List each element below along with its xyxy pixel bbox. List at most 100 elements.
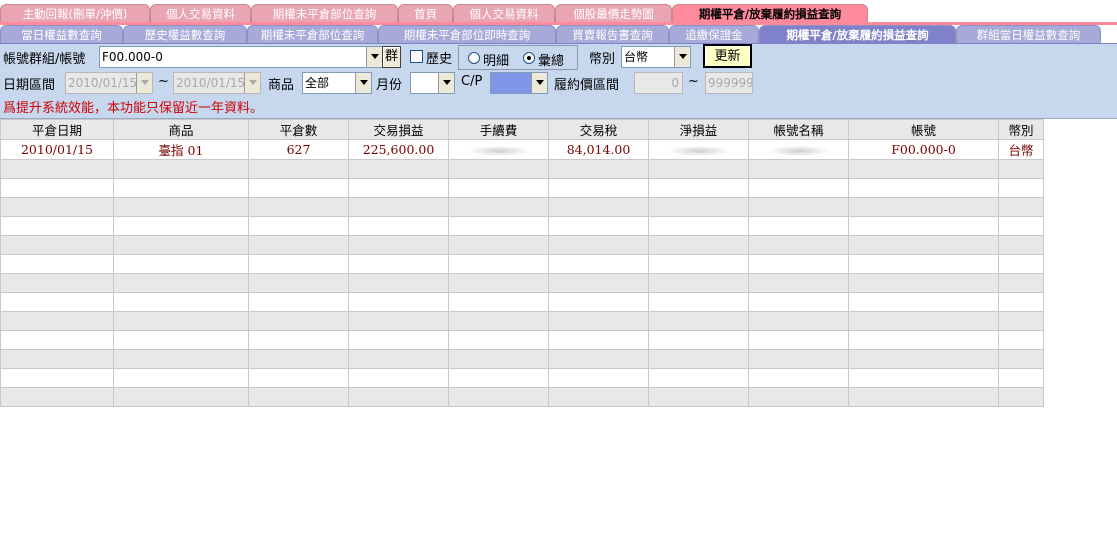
table-row[interactable] <box>0 178 1044 198</box>
table-row[interactable]: 2010/01/15 臺指 01 627 225,600.00 84,014.00 F00… <box>0 139 1044 160</box>
column-header[interactable]: 手續費 <box>448 119 549 140</box>
table-cell <box>0 178 114 198</box>
table-cell <box>248 349 349 369</box>
column-header[interactable]: 平倉數 <box>248 119 349 140</box>
table-cell <box>648 387 749 407</box>
strike-from-field[interactable]: 0 <box>634 72 683 94</box>
sub-tab-1[interactable]: 歷史權益數查詢 <box>123 25 247 44</box>
top-tab-5[interactable]: 個股最價走勢圖 <box>555 4 672 23</box>
table-cell <box>648 330 749 350</box>
date-to-field[interactable]: 2010/01/15 <box>173 72 261 94</box>
column-header[interactable]: 帳號名稱 <box>748 119 849 140</box>
table-cell <box>748 235 849 255</box>
chevron-down-icon[interactable] <box>366 47 382 67</box>
table-cell <box>448 311 549 331</box>
table-row[interactable] <box>0 292 1044 312</box>
table-cell <box>998 235 1044 255</box>
table-cell <box>848 368 999 388</box>
table-cell <box>0 216 114 236</box>
column-header[interactable]: 平倉日期 <box>0 119 114 140</box>
currency-select[interactable]: 台幣 <box>621 46 691 68</box>
table-row[interactable] <box>0 235 1044 255</box>
sub-tab-5[interactable]: 追繳保證金 <box>669 25 759 44</box>
table-cell <box>648 216 749 236</box>
month-select[interactable] <box>410 72 455 94</box>
column-header[interactable]: 商品 <box>113 119 249 140</box>
sub-tab-7[interactable]: 群組當日權益數查詢 <box>956 25 1101 44</box>
table-cell <box>548 330 649 350</box>
product-select[interactable]: 全部 <box>302 72 372 94</box>
sub-tab-6[interactable]: 期權平倉/放棄履約損益查詢 <box>759 25 956 44</box>
top-tab-4[interactable]: 個人交易資料 <box>453 4 555 23</box>
table-row[interactable] <box>0 311 1044 331</box>
table-row[interactable] <box>0 216 1044 236</box>
history-checkbox[interactable] <box>410 50 423 63</box>
account-select[interactable]: F00.000-0 <box>99 46 383 68</box>
table-cell <box>998 330 1044 350</box>
chevron-down-icon[interactable] <box>355 73 371 93</box>
column-header[interactable]: 交易損益 <box>348 119 449 140</box>
detail-radio[interactable] <box>468 52 480 64</box>
date-from-field[interactable]: 2010/01/15 <box>65 72 153 94</box>
top-tab-6[interactable]: 期權平倉/放棄履約損益查詢 <box>672 4 868 23</box>
top-tab-1[interactable]: 個人交易資料 <box>150 4 251 23</box>
table-cell <box>648 368 749 388</box>
column-header[interactable]: 交易稅 <box>548 119 649 140</box>
table-cell <box>248 368 349 388</box>
table-cell <box>848 216 999 236</box>
chevron-down-icon[interactable] <box>531 73 547 93</box>
table-cell <box>998 311 1044 331</box>
table-cell <box>248 387 349 407</box>
column-header[interactable]: 幣別 <box>998 119 1044 140</box>
table-cell <box>348 216 449 236</box>
history-label: 歷史 <box>426 52 453 67</box>
table-cell <box>113 197 249 217</box>
sub-tab-3[interactable]: 期權未平倉部位即時查詢 <box>378 25 556 44</box>
chevron-down-icon[interactable] <box>136 73 152 93</box>
table-row[interactable] <box>0 254 1044 274</box>
top-tab-0[interactable]: 主動回報(刪單/沖價) <box>0 4 150 23</box>
cp-select[interactable] <box>490 72 548 94</box>
month-label: 月份 <box>376 78 403 93</box>
chevron-down-icon[interactable] <box>674 47 690 67</box>
tab-row-sub: 當日權益數查詢 歷史權益數查詢 期權未平倉部位查詢 期權未平倉部位即時查詢 買賣報告書查… <box>0 25 1117 44</box>
table-row[interactable] <box>0 273 1044 293</box>
table-row[interactable] <box>0 197 1044 217</box>
table-cell <box>448 368 549 388</box>
table-row[interactable] <box>0 349 1044 369</box>
table-cell <box>848 159 999 179</box>
column-header[interactable]: 淨損益 <box>648 119 749 140</box>
table-header-row: 平倉日期 商品 平倉數 交易損益 手續費 交易稅 淨損益 帳號名稱 帳號 幣別 <box>0 119 1044 140</box>
summary-radio[interactable] <box>523 52 535 64</box>
table-row[interactable] <box>0 159 1044 179</box>
table-row[interactable] <box>0 330 1044 350</box>
table-row[interactable] <box>0 387 1044 407</box>
table-cell <box>648 349 749 369</box>
column-header[interactable]: 帳號 <box>848 119 999 140</box>
table-cell: F00.000-0 <box>848 139 999 160</box>
table-cell <box>548 216 649 236</box>
table-cell <box>548 178 649 198</box>
chevron-down-icon[interactable] <box>438 73 454 93</box>
sub-tab-4[interactable]: 買賣報告書查詢 <box>556 25 669 44</box>
table-cell <box>848 178 999 198</box>
table-cell <box>998 159 1044 179</box>
table-cell <box>348 368 449 388</box>
table-cell <box>448 216 549 236</box>
top-tab-2[interactable]: 期權未平倉部位查詢 <box>251 4 398 23</box>
top-tab-3[interactable]: 首頁 <box>398 4 453 23</box>
table-cell <box>113 311 249 331</box>
table-cell <box>848 330 999 350</box>
table-cell <box>348 159 449 179</box>
sub-tab-2[interactable]: 期權未平倉部位查詢 <box>247 25 378 44</box>
table-cell <box>548 235 649 255</box>
strike-range-tilde: ~ <box>688 74 699 89</box>
strike-to-field[interactable]: 999999 <box>705 72 753 94</box>
chevron-down-icon[interactable] <box>244 73 260 93</box>
sub-tab-0[interactable]: 當日權益數查詢 <box>0 25 123 44</box>
currency-label: 幣別 <box>589 52 616 67</box>
table-row[interactable] <box>0 368 1044 388</box>
table-cell <box>248 159 349 179</box>
refresh-button[interactable]: 更新 <box>703 44 752 68</box>
group-button[interactable]: 群 <box>382 46 401 68</box>
